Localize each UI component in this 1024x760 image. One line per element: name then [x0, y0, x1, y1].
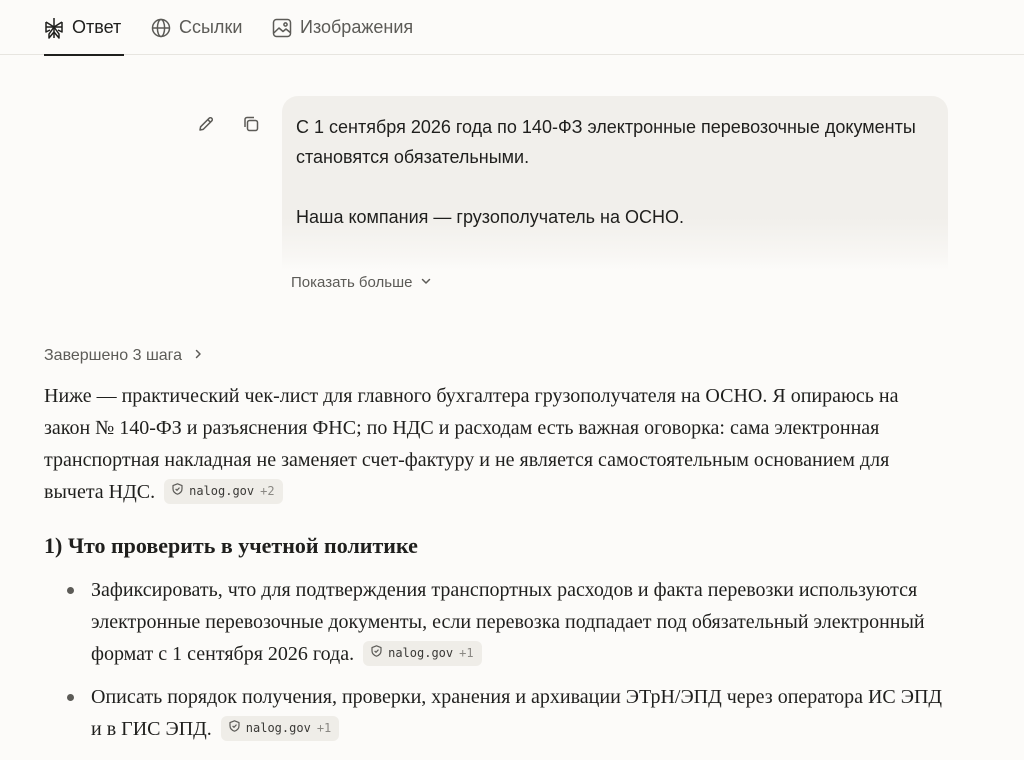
globe-icon: [151, 18, 171, 38]
checklist: Зафиксировать, что для подтверждения тра…: [44, 574, 944, 745]
list-item-text: Зафиксировать, что для подтверждения тра…: [91, 579, 925, 665]
citation-extra-count: +1: [316, 721, 332, 735]
citation-chip[interactable]: nalog.gov +1: [363, 640, 482, 666]
section-heading: 1) Что проверить в учетной политике: [44, 533, 418, 558]
answer-body: Ниже — практический чек-лист для главног…: [44, 380, 944, 756]
query-bubble: С 1 сентября 2026 года по 140-ФЗ электро…: [282, 96, 948, 270]
show-more-button[interactable]: Показать больше: [291, 274, 432, 291]
citation-chip[interactable]: nalog.gov +2: [164, 478, 283, 504]
pencil-icon: [197, 115, 215, 138]
copy-icon: [242, 115, 260, 138]
tab-links-label: Ссылки: [179, 17, 243, 37]
citation-source: nalog.gov: [189, 484, 255, 498]
tab-images-label: Изображения: [300, 17, 414, 37]
tab-images[interactable]: Изображения: [272, 0, 413, 55]
completed-steps-label: Завершено 3 шага: [44, 347, 183, 364]
query-text-line-1: С 1 сентября 2026 года по 140-ФЗ электро…: [296, 117, 916, 167]
perplexity-logo-icon: [44, 17, 64, 39]
list-item: Зафиксировать, что для подтверждения тра…: [67, 574, 944, 670]
show-more-label: Показать больше: [291, 274, 413, 291]
list-item-text: Описать порядок получения, проверки, хра…: [91, 686, 943, 740]
edit-query-button[interactable]: [194, 114, 218, 138]
citation-source: nalog.gov: [388, 646, 454, 660]
shield-icon: [229, 712, 240, 744]
tab-answer[interactable]: Ответ: [44, 0, 124, 56]
list-item: Описать порядок получения, проверки, хра…: [67, 681, 944, 745]
answer-intro: Ниже — практический чек-лист для главног…: [44, 380, 944, 508]
chevron-right-icon: [192, 347, 204, 365]
citation-extra-count: +1: [459, 646, 474, 660]
citation-chip[interactable]: nalog.gov +1: [220, 715, 340, 741]
completed-steps-toggle[interactable]: Завершено 3 шага: [44, 347, 204, 365]
chevron-down-icon: [420, 274, 432, 291]
citation-source: nalog.gov: [245, 721, 311, 735]
result-tabs: Ответ Ссылки Изображения: [0, 0, 1024, 56]
tab-answer-label: Ответ: [72, 17, 122, 37]
shield-icon: [172, 475, 183, 507]
citation-extra-count: +2: [260, 484, 275, 498]
image-icon: [272, 18, 292, 38]
copy-query-button[interactable]: [239, 114, 263, 138]
tab-links[interactable]: Ссылки: [151, 0, 242, 55]
shield-icon: [371, 637, 382, 669]
query-text-line-2: Наша компания — грузополучатель на ОСНО.: [296, 207, 685, 227]
